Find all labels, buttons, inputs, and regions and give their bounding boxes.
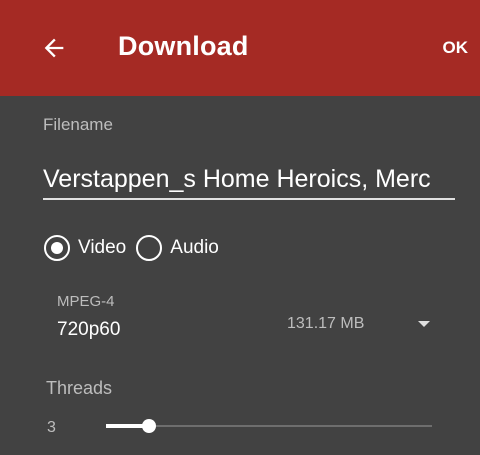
audio-radio-option[interactable]: Audio — [136, 235, 219, 261]
video-radio-option[interactable]: Video — [44, 235, 126, 261]
dropdown-arrow-icon[interactable] — [418, 321, 430, 327]
format-quality: 720p60 — [57, 319, 121, 340]
slider-thumb[interactable] — [142, 419, 157, 433]
video-radio-label: Video — [78, 237, 127, 258]
arrow-left-icon — [44, 38, 64, 58]
format-container: MPEG-4 — [57, 293, 115, 310]
media-type-radio-group: Video Audio — [44, 232, 219, 264]
page-title: Download — [118, 31, 249, 61]
radio-selected-dot — [51, 242, 63, 254]
format-dropdown[interactable]: MPEG-4 720p60 131.17 MB — [44, 285, 444, 355]
audio-radio-label: Audio — [170, 237, 219, 258]
threads-value: 3 — [47, 419, 56, 436]
video-radio-button[interactable] — [44, 235, 70, 261]
format-size: 131.17 MB — [287, 315, 365, 332]
ok-button[interactable]: OK — [443, 38, 469, 58]
filename-input[interactable] — [43, 160, 455, 200]
threads-label: Threads — [46, 378, 113, 398]
filename-label: Filename — [43, 115, 113, 134]
audio-radio-button[interactable] — [136, 235, 163, 261]
app-bar: Download OK — [0, 0, 480, 96]
threads-slider[interactable] — [106, 415, 432, 439]
back-button[interactable] — [30, 24, 78, 72]
